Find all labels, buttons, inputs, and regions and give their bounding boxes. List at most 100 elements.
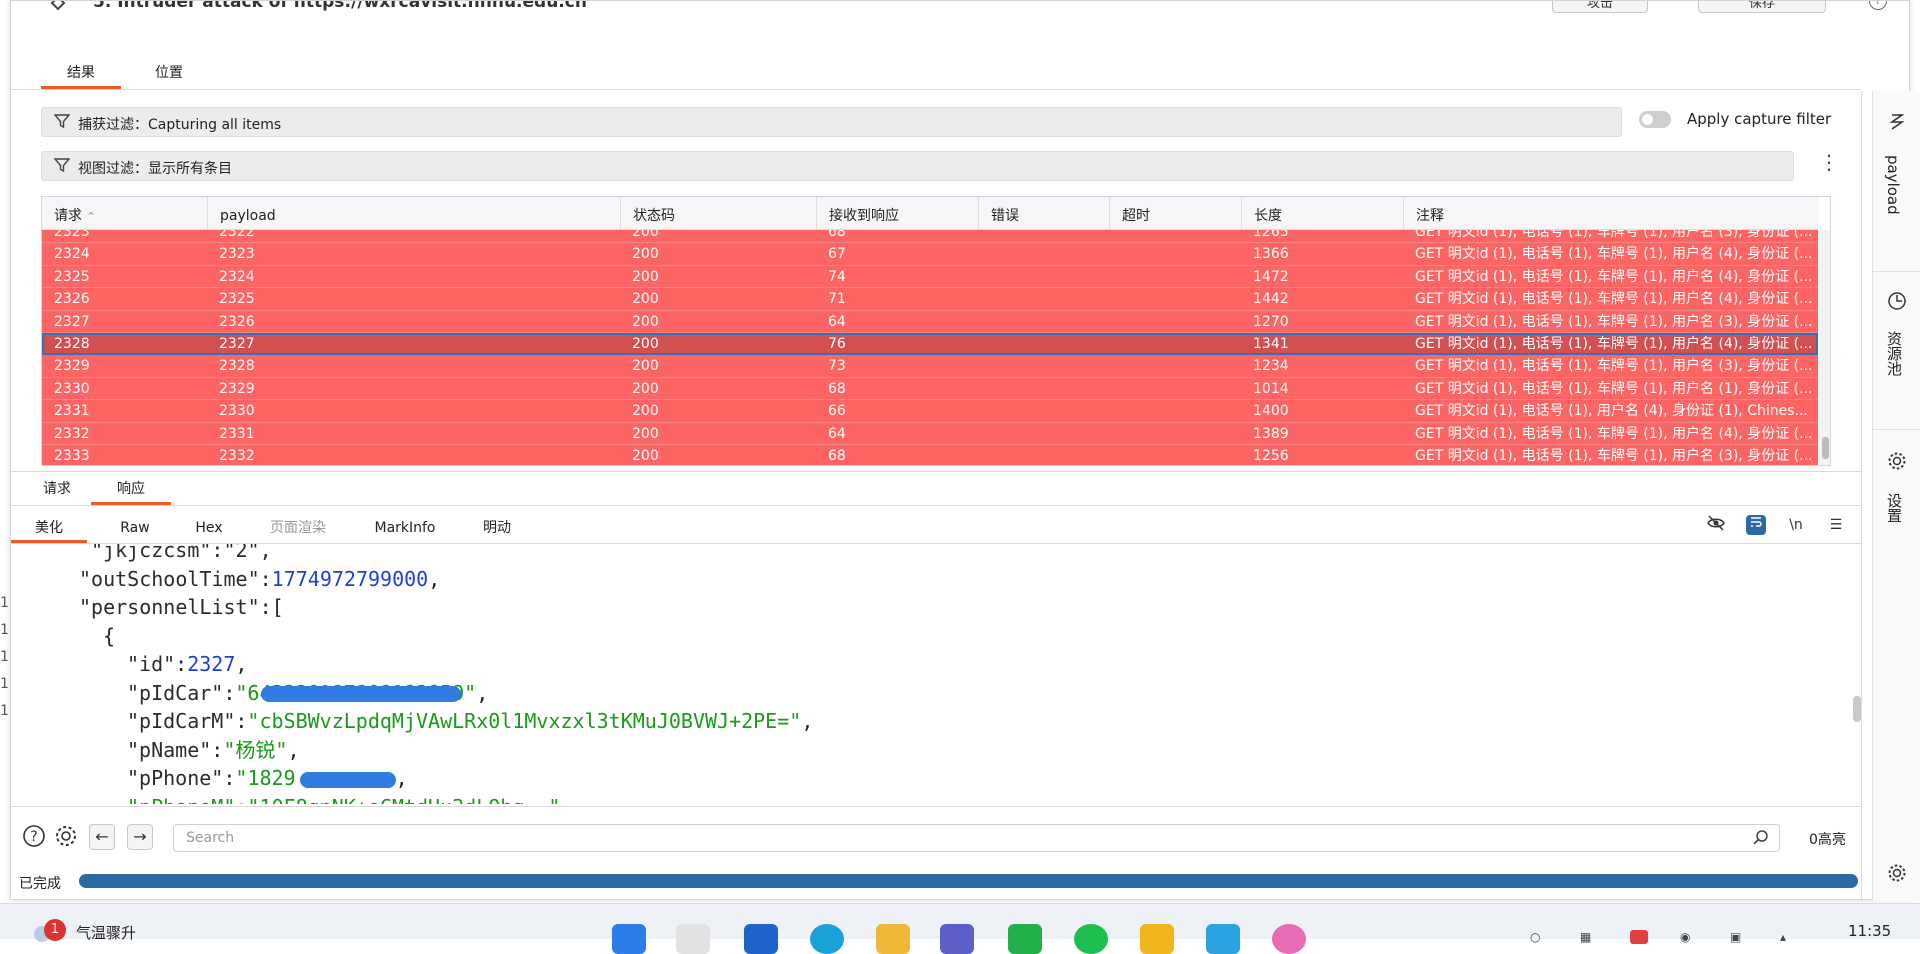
tray-icon[interactable]: ○ (1530, 930, 1548, 944)
newline-icon[interactable]: \n (1786, 515, 1806, 535)
cell-comment: GET 明文id (1), 电话号 (1), 车牌号 (1), 用户名 (1),… (1415, 380, 1813, 397)
table-row[interactable]: 2329 2328 200 73 1234 GET 明文id (1), 电话号 (1), … (42, 355, 1818, 378)
attack-button[interactable]: 攻击 (1552, 1, 1648, 13)
cell-request: 2327 (54, 313, 90, 330)
gear-icon[interactable] (1886, 863, 1908, 885)
tab-results[interactable]: 结果 (41, 61, 121, 89)
table-row[interactable]: 2333 2332 200 68 1256 GET 明文id (1), 电话号 (1), … (42, 444, 1818, 465)
table-row[interactable]: 2328 2327 200 76 1341 GET 明文id (1), 电话号 (1), … (42, 332, 1818, 356)
taskbar-app-icon[interactable] (1206, 924, 1240, 954)
code-scrollbar-thumb[interactable] (1853, 696, 1861, 722)
word-wrap-icon[interactable] (1746, 515, 1766, 535)
cell-length: 1472 (1253, 268, 1289, 285)
code-line: "personnelList":[ (79, 595, 284, 619)
tab-mingdong[interactable]: 明动 (471, 513, 523, 543)
sidebar-item-settings[interactable]: 设置 (1884, 493, 1905, 523)
taskbar-app-icon[interactable] (1272, 924, 1306, 954)
weather-widget[interactable]: 气温骤升 (76, 922, 136, 943)
column-header-response-received[interactable]: 接收到响应 (816, 197, 978, 230)
cell-status: 200 (632, 403, 659, 420)
cell-length: 1400 (1253, 403, 1289, 420)
background-window-fragment: 11111 (0, 595, 9, 719)
cell-comment: GET 明文id (1), 电话号 (1), 车牌号 (1), 用户名 (3),… (1415, 447, 1813, 464)
cell-payload: 2323 (219, 246, 255, 263)
code-line: "id":2327, (127, 652, 248, 676)
taskbar-app-icon[interactable] (1140, 924, 1174, 954)
redaction-mark (299, 771, 396, 788)
table-row[interactable]: 2323 2322 200 68 1265 GET 明文id (1), 电话号 (1), … (42, 230, 1818, 244)
taskbar-app-icon[interactable] (1008, 924, 1042, 954)
capture-filter-bar[interactable]: 捕获过滤：Capturing all items (41, 107, 1622, 137)
help-icon[interactable]: ? (1869, 1, 1887, 10)
forward-arrow-icon[interactable]: → (127, 824, 153, 850)
cell-length: 1366 (1253, 246, 1289, 263)
column-header-request[interactable]: 请求 ⌃ (42, 197, 207, 230)
menu-icon[interactable]: ☰ (1826, 515, 1846, 535)
wechat-icon[interactable] (1074, 924, 1108, 954)
start-icon[interactable] (612, 924, 646, 954)
sidebar-item-payload[interactable]: payload (1884, 155, 1902, 215)
cell-response-received: 68 (828, 380, 846, 397)
cell-length: 1270 (1253, 313, 1289, 330)
cell-comment: GET 明文id (1), 电话号 (1), 车牌号 (1), 用户名 (4),… (1415, 268, 1813, 285)
back-arrow-icon[interactable]: ← (89, 824, 115, 850)
column-header-length[interactable]: 长度 (1241, 197, 1403, 230)
tab-markinfo[interactable]: MarkInfo (359, 513, 451, 543)
payload-icon[interactable] (1886, 111, 1908, 133)
table-row[interactable]: 2331 2330 200 66 1400 GET 明文id (1), 电话号 (1), … (42, 400, 1818, 423)
column-header-timeout[interactable]: 超时 (1109, 197, 1241, 230)
table-row[interactable]: 2332 2331 200 64 1389 GET 明文id (1), 电话号 (1), … (42, 422, 1818, 445)
taskbar-app-icon[interactable] (940, 924, 974, 954)
redaction-mark (261, 685, 461, 702)
cell-request: 2325 (54, 268, 90, 285)
cell-payload: 2330 (219, 403, 255, 420)
tab-request[interactable]: 请求 (27, 477, 87, 505)
cell-comment: GET 明文id (1), 电话号 (1), 用户名 (4), 身份证 (1),… (1415, 403, 1808, 420)
table-row[interactable]: 2330 2329 200 68 1014 GET 明文id (1), 电话号 (1), … (42, 377, 1818, 401)
gear-icon[interactable] (53, 824, 79, 850)
window-title: 5. Intruder attack of https://wxrcavisit… (93, 1, 587, 12)
column-header-error[interactable]: 错误 (978, 197, 1109, 230)
cell-comment: GET 明文id (1), 电话号 (1), 车牌号 (1), 用户名 (3),… (1415, 313, 1813, 330)
tray-icon[interactable]: ▣ (1730, 930, 1748, 944)
hide-eye-icon[interactable] (1706, 515, 1726, 535)
search-icon[interactable] (1752, 829, 1770, 847)
cell-status: 200 (632, 447, 659, 464)
clock-icon[interactable] (1886, 291, 1908, 313)
tray-icon[interactable]: ▴ (1780, 930, 1798, 944)
tab-hex[interactable]: Hex (181, 513, 237, 543)
cell-length: 1389 (1253, 425, 1289, 442)
table-row[interactable]: 2324 2323 200 67 1366 GET 明文id (1), 电话号 (1), … (42, 243, 1818, 266)
sidebar-item-resource-pool[interactable]: 资源池 (1884, 331, 1905, 376)
cell-comment: GET 明文id (1), 电话号 (1), 车牌号 (1), 用户名 (4),… (1415, 425, 1813, 442)
browser-icon[interactable] (810, 924, 844, 954)
taskbar-app-icon[interactable] (744, 924, 778, 954)
tab-raw[interactable]: Raw (107, 513, 163, 543)
clock: 11:35 (1848, 922, 1892, 940)
tray-icon[interactable] (1630, 930, 1648, 944)
view-filter-bar[interactable]: 视图过滤：显示所有条目 (41, 151, 1794, 181)
tab-pretty[interactable]: 美化 (11, 513, 87, 543)
folder-icon[interactable] (876, 924, 910, 954)
table-row[interactable]: 2326 2325 200 71 1442 GET 明文id (1), 电话号 (1), … (42, 288, 1818, 311)
gear-icon[interactable] (1886, 451, 1908, 473)
cell-response-received: 76 (828, 335, 846, 352)
table-body: 2323 2322 200 68 1265 GET 明文id (1), 电话号 (1), … (42, 230, 1818, 465)
table-scrollbar[interactable] (1819, 230, 1830, 465)
column-header-comment[interactable]: 注释 (1403, 197, 1818, 230)
tray-icon[interactable]: ▦ (1580, 930, 1598, 944)
search-input[interactable] (173, 824, 1780, 852)
column-header-payload[interactable]: payload (207, 197, 620, 230)
table-scrollbar-thumb[interactable] (1822, 437, 1829, 459)
taskbar-app-icon[interactable] (676, 924, 710, 954)
tab-response[interactable]: 响应 (91, 477, 171, 505)
help-icon[interactable]: ? (21, 824, 47, 850)
save-button[interactable]: 保存 (1698, 1, 1826, 13)
response-body-viewer[interactable]: "jkjczcsm":"2", "outSchoolTime":17749727… (11, 544, 1851, 804)
more-options-icon[interactable]: ⋮ (1819, 152, 1839, 172)
table-row[interactable]: 2327 2326 200 64 1270 GET 明文id (1), 电话号 (1), … (42, 310, 1818, 333)
tray-icon[interactable]: ◉ (1680, 930, 1698, 944)
table-row[interactable]: 2325 2324 200 74 1472 GET 明文id (1), 电话号 (1), … (42, 265, 1818, 289)
column-header-status[interactable]: 状态码 (620, 197, 816, 230)
tab-positions[interactable]: 位置 (141, 61, 197, 89)
